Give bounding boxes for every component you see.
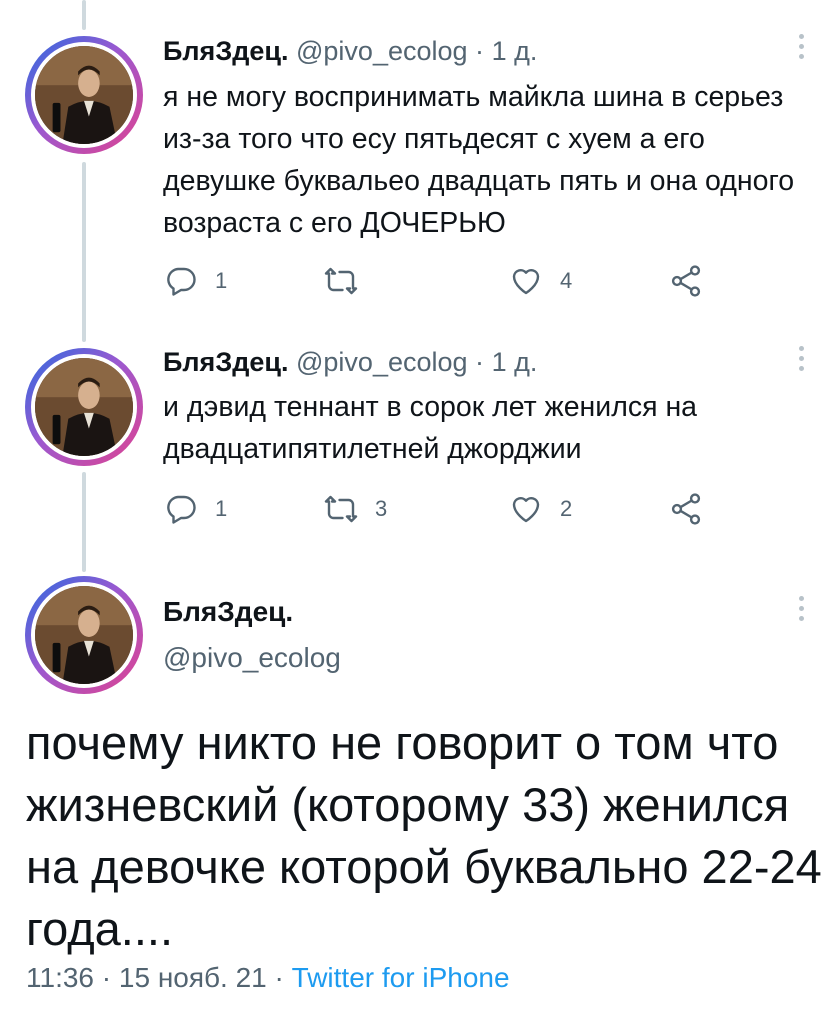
tweet-meta: 11:36 · 15 нояб. 21 · Twitter for iPhone	[26, 962, 510, 994]
tweet-header: БляЗдец. @pivo_ecolog · 1 д.	[163, 36, 537, 67]
main-tweet-text: почему никто не говорит о том что жизнев…	[26, 716, 822, 955]
retweet-icon	[324, 495, 358, 523]
separator: ·	[101, 962, 112, 993]
author-handle[interactable]: @pivo_ecolog	[163, 642, 341, 674]
tweet-header: БляЗдец. @pivo_ecolog · 1 д.	[163, 347, 537, 378]
author-name[interactable]: БляЗдец.	[163, 36, 288, 66]
like-icon	[512, 497, 540, 523]
separator: ·	[274, 962, 284, 993]
retweet-count: 3	[375, 496, 388, 521]
reply-button[interactable]: 1	[163, 259, 227, 303]
reply-count: 1	[215, 496, 228, 521]
tweet-text: и дэвид теннант в сорок лет женился на д…	[163, 391, 698, 465]
action-bar: 1 4	[163, 259, 723, 303]
author-handle[interactable]: @pivo_ecolog	[296, 36, 468, 66]
avatar[interactable]	[25, 36, 143, 154]
tweet-date[interactable]: 15 нояб. 21	[119, 962, 267, 993]
reply-icon	[167, 267, 196, 296]
share-button[interactable]	[668, 259, 704, 303]
more-icon[interactable]	[798, 596, 804, 621]
tweet-1[interactable]: БляЗдец. @pivo_ecolog · 1 д. я не могу в…	[0, 0, 840, 330]
reply-button[interactable]: 1	[163, 487, 227, 531]
like-icon	[512, 269, 540, 295]
like-count: 4	[560, 268, 573, 293]
author-handle[interactable]: @pivo_ecolog	[296, 347, 468, 377]
share-icon	[671, 493, 701, 525]
tweet-time[interactable]: 1 д.	[492, 36, 538, 66]
action-bar: 1 3 2	[163, 487, 723, 531]
tweet-text: я не могу воспринимать майкла шина в сер…	[163, 81, 795, 239]
retweet-button[interactable]	[323, 259, 375, 303]
separator: ·	[475, 36, 485, 66]
more-icon[interactable]	[798, 34, 804, 59]
share-button[interactable]	[668, 487, 704, 531]
like-count: 2	[560, 496, 573, 521]
more-icon[interactable]	[798, 346, 804, 371]
like-button[interactable]: 2	[508, 487, 572, 531]
author-name[interactable]: БляЗдец.	[163, 347, 288, 377]
tweet-2[interactable]: БляЗдец. @pivo_ecolog · 1 д. и дэвид тен…	[0, 330, 840, 570]
avatar[interactable]	[25, 348, 143, 466]
avatar-photo-icon	[35, 358, 133, 456]
tweet-time[interactable]: 11:36	[26, 962, 94, 993]
reply-count: 1	[215, 268, 228, 293]
tweet-time[interactable]: 1 д.	[492, 347, 538, 377]
like-button[interactable]: 4	[508, 259, 572, 303]
share-icon	[671, 265, 701, 297]
tweet-source-link[interactable]: Twitter for iPhone	[292, 962, 510, 993]
author-name[interactable]: БляЗдец.	[163, 596, 293, 628]
separator: ·	[475, 347, 485, 377]
reply-icon	[167, 495, 196, 524]
avatar-photo-icon	[35, 586, 133, 684]
retweet-icon	[324, 267, 358, 295]
avatar[interactable]	[25, 576, 143, 694]
retweet-button[interactable]: 3	[323, 487, 387, 531]
avatar-photo-icon	[35, 46, 133, 144]
